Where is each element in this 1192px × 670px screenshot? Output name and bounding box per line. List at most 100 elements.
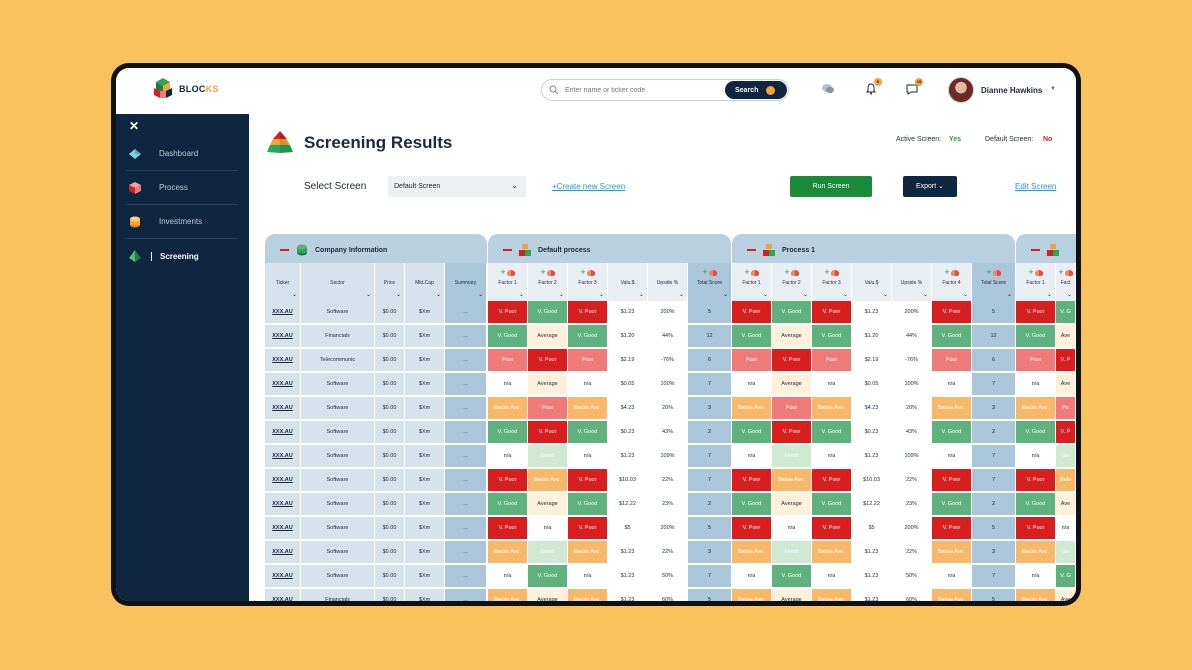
column-header[interactable]: Valu.$ [852, 263, 892, 291]
filter-dropdown[interactable]: ⌄ [812, 291, 852, 301]
collapse-icon[interactable] [1031, 249, 1040, 251]
collapse-icon[interactable] [503, 249, 512, 251]
add-icon[interactable]: + [824, 268, 829, 277]
export-button[interactable]: Export ⌄ [903, 176, 957, 197]
sidebar-item-dashboard[interactable]: Dashboard [126, 137, 238, 171]
column-header[interactable]: Ticker [265, 263, 301, 291]
column-header[interactable]: + Factor 4 [932, 263, 972, 291]
factor-controls[interactable]: + [702, 268, 717, 277]
column-header[interactable]: Upside % [892, 263, 932, 291]
filter-dropdown[interactable]: ⌄ [301, 291, 375, 301]
filter-dropdown[interactable]: ⌄ [445, 291, 487, 301]
table-cell-ticker[interactable]: XXX.AU [265, 589, 301, 601]
filter-dropdown[interactable]: ⌄ [528, 291, 568, 301]
factor-controls[interactable]: + [744, 268, 759, 277]
add-icon[interactable]: + [1058, 268, 1063, 277]
factor-controls[interactable]: + [580, 268, 595, 277]
add-icon[interactable]: + [540, 268, 545, 277]
collapse-icon[interactable] [747, 249, 756, 251]
factor-controls[interactable]: + [784, 268, 799, 277]
column-header[interactable]: + Factor 3 [812, 263, 852, 291]
filter-dropdown[interactable]: ⌄ [1056, 291, 1076, 301]
column-header[interactable]: + Factor 1 [488, 263, 528, 291]
add-icon[interactable]: + [744, 268, 749, 277]
filter-dropdown[interactable]: ⌄ [375, 291, 405, 301]
user-name[interactable]: Dianne Hawkins [981, 86, 1042, 95]
column-header[interactable]: Valu.$ [608, 263, 648, 291]
add-icon[interactable]: + [580, 268, 585, 277]
factor-controls[interactable]: + [944, 268, 959, 277]
column-header[interactable]: Price [375, 263, 405, 291]
logo[interactable]: BLOCKS [150, 76, 219, 102]
table-cell-ticker[interactable]: XXX.AU [265, 301, 301, 324]
chat-bubbles-icon[interactable] [821, 82, 835, 96]
column-header[interactable]: + Total Score [972, 263, 1016, 291]
add-icon[interactable]: + [1028, 268, 1033, 277]
filter-dropdown[interactable]: ⌄ [608, 291, 648, 301]
filter-dropdown[interactable]: ⌄ [688, 291, 732, 301]
factor-controls[interactable]: + [824, 268, 839, 277]
add-icon[interactable]: + [500, 268, 505, 277]
sidebar-item-investments[interactable]: Investments [126, 205, 238, 239]
column-header[interactable]: + Factor 1 [1016, 263, 1056, 291]
column-header[interactable]: Upside % [648, 263, 688, 291]
column-header[interactable]: + Factor 1 [732, 263, 772, 291]
run-screen-button[interactable]: Run Screen [790, 176, 872, 197]
table-cell-sector: Telecommunic [301, 349, 375, 372]
filter-dropdown[interactable]: ⌄ [648, 291, 688, 301]
table-cell-ticker[interactable]: XXX.AU [265, 373, 301, 396]
table-cell-ticker[interactable]: XXX.AU [265, 493, 301, 516]
filter-dropdown[interactable]: ⌄ [972, 291, 1016, 301]
avatar[interactable] [948, 77, 974, 103]
table-cell-ticker[interactable]: XXX.AU [265, 469, 301, 492]
add-icon[interactable]: + [986, 268, 991, 277]
column-header[interactable]: + Total Score [688, 263, 732, 291]
search-button[interactable]: Search [725, 81, 787, 99]
create-screen-link[interactable]: +Create new Screen [552, 182, 625, 191]
factor-controls[interactable]: + [540, 268, 555, 277]
filter-dropdown[interactable]: ⌄ [568, 291, 608, 301]
factor-controls[interactable]: + [1058, 268, 1073, 277]
close-icon[interactable]: ✕ [129, 119, 139, 133]
add-icon[interactable]: + [944, 268, 949, 277]
column-header[interactable]: + Factor 2 [528, 263, 568, 291]
messages-button[interactable]: 15 [906, 78, 923, 100]
factor-controls[interactable]: + [500, 268, 515, 277]
add-icon[interactable]: + [784, 268, 789, 277]
filter-dropdown[interactable]: ⌄ [852, 291, 892, 301]
column-header[interactable]: Summary [445, 263, 487, 291]
screen-select[interactable]: Default Screen ⌄ [388, 176, 526, 197]
filter-dropdown[interactable]: ⌄ [772, 291, 812, 301]
edit-screen-link[interactable]: Edit Screen [1015, 182, 1056, 191]
table-cell-ticker[interactable]: XXX.AU [265, 325, 301, 348]
search-input[interactable] [565, 86, 715, 94]
user-menu-chevron-icon[interactable]: ▼ [1050, 86, 1056, 92]
column-header[interactable]: Mkt.Cap [405, 263, 445, 291]
table-cell-ticker[interactable]: XXX.AU [265, 445, 301, 468]
column-header[interactable]: Sector [301, 263, 375, 291]
filter-dropdown[interactable]: ⌄ [405, 291, 445, 301]
filter-dropdown[interactable]: ⌄ [1016, 291, 1056, 301]
table-cell-ticker[interactable]: XXX.AU [265, 397, 301, 420]
sidebar-item-process[interactable]: Process [126, 171, 238, 205]
sidebar-item-screening[interactable]: Screening [126, 239, 238, 273]
factor-controls[interactable]: + [1028, 268, 1043, 277]
column-header[interactable]: + Factor 2 [772, 263, 812, 291]
filter-dropdown[interactable]: ⌄ [932, 291, 972, 301]
notifications-badge: 5 [874, 78, 882, 86]
filter-dropdown[interactable]: ⌄ [488, 291, 528, 301]
table-cell-ticker[interactable]: XXX.AU [265, 421, 301, 444]
column-header[interactable]: + Factor 3 [568, 263, 608, 291]
table-cell-ticker[interactable]: XXX.AU [265, 517, 301, 540]
filter-dropdown[interactable]: ⌄ [892, 291, 932, 301]
table-cell-ticker[interactable]: XXX.AU [265, 541, 301, 564]
factor-controls[interactable]: + [986, 268, 1001, 277]
table-cell-ticker[interactable]: XXX.AU [265, 565, 301, 588]
table-cell-ticker[interactable]: XXX.AU [265, 349, 301, 372]
add-icon[interactable]: + [702, 268, 707, 277]
filter-dropdown[interactable]: ⌄ [732, 291, 772, 301]
collapse-icon[interactable] [280, 249, 289, 251]
column-header[interactable]: + Fact [1056, 263, 1076, 291]
notifications-button[interactable]: 5 [865, 78, 882, 100]
filter-dropdown[interactable]: ⌄ [265, 291, 301, 301]
